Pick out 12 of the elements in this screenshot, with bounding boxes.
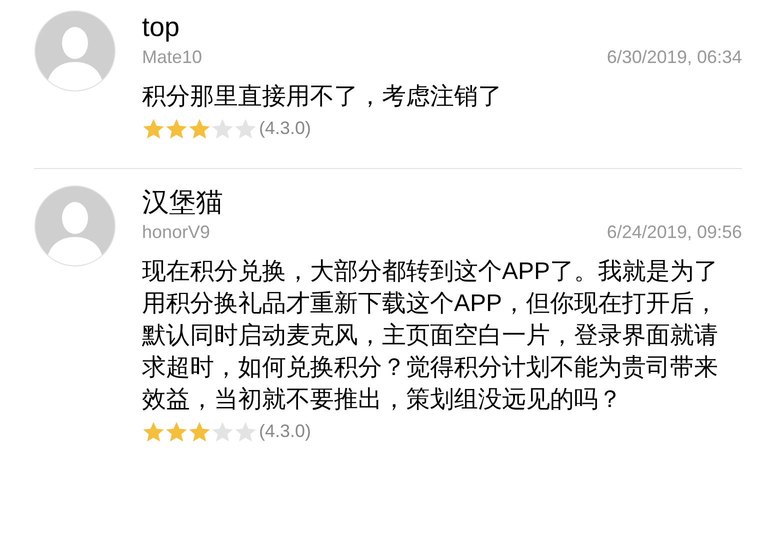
device-name: honorV9 xyxy=(142,221,210,244)
review-date: 6/24/2019, 09:56 xyxy=(606,221,742,244)
reviewer-name: top xyxy=(142,11,181,44)
avatar-icon xyxy=(34,185,116,267)
device-name: Mate10 xyxy=(142,46,202,69)
review-text: 积分那里直接用不了，考虑注销了 xyxy=(142,82,503,112)
reviewer-name: 汉堡猫 xyxy=(142,186,224,219)
app-version: (4.3.0) xyxy=(259,420,312,443)
review-date: 6/30/2019, 06:34 xyxy=(606,46,742,69)
app-version: (4.3.0) xyxy=(259,117,312,140)
avatar-icon xyxy=(34,10,116,92)
review-text: 现在积分兑换，大部分都转到这个APP了。我就是为了用积分换礼品才重新下载这个APP，但你现在打开后，默认同时启动麦克风，主页面空白一片，登录界面就请求超时，如何兑换积分？觉得积分计划不能为贵司带来效益，当初就不要推出，策划组没远见的吗？ xyxy=(142,257,720,415)
